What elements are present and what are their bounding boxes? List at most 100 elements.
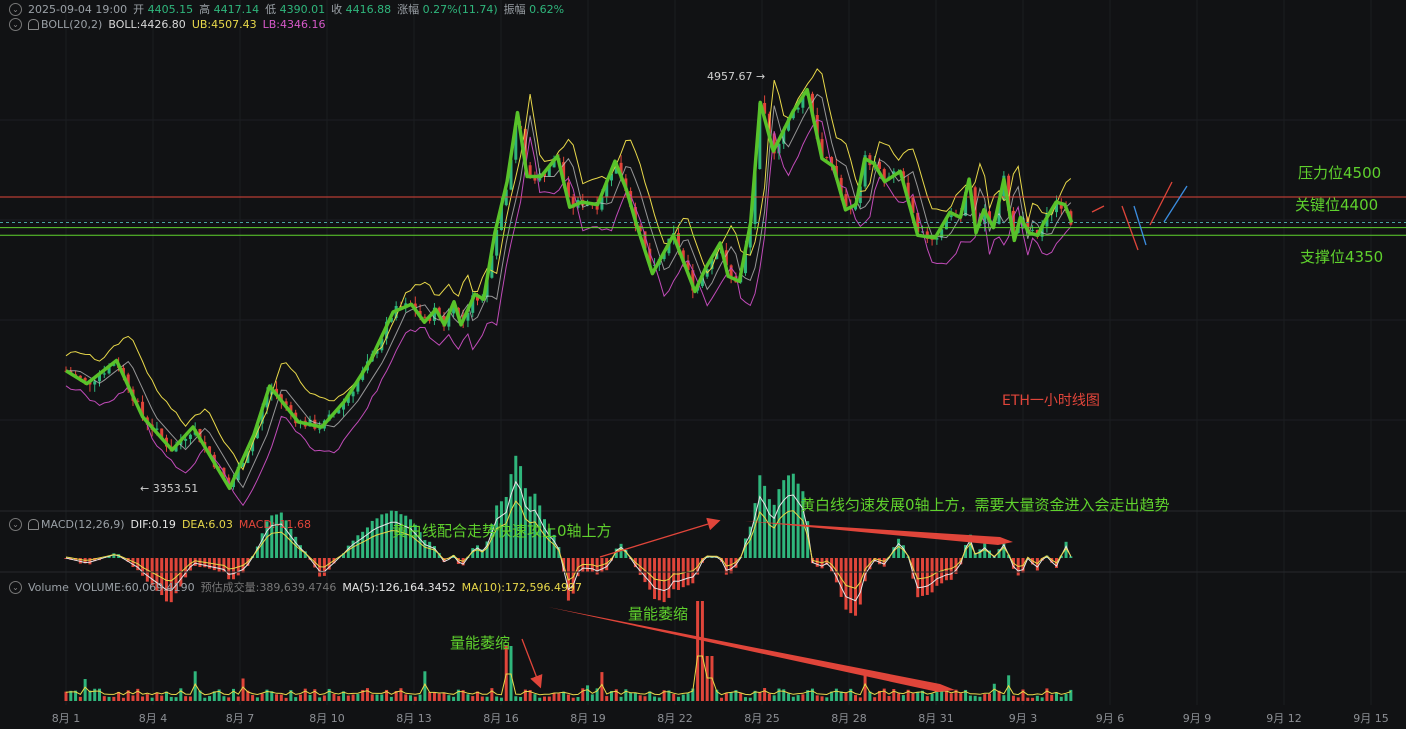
macd-histogram-bar xyxy=(198,558,202,568)
volume-bar xyxy=(64,691,68,701)
volume-bar xyxy=(605,696,609,701)
volume-bar xyxy=(447,695,451,701)
volume-bar xyxy=(294,697,298,701)
candle-body xyxy=(528,165,532,176)
volume-bar xyxy=(284,697,288,701)
volume-ma-line xyxy=(65,655,1071,696)
volume-bar xyxy=(968,695,972,701)
volume-bar xyxy=(184,696,188,701)
macd-dea: DEA:6.03 xyxy=(181,518,233,531)
volume-bar xyxy=(743,697,747,701)
forecast-red-3 xyxy=(1091,205,1105,213)
candle-body xyxy=(949,215,953,218)
volume-bar xyxy=(174,697,178,701)
volume-bar xyxy=(107,696,111,701)
volume-bar xyxy=(1016,697,1020,701)
volume-bar xyxy=(767,693,771,701)
collapse-icon[interactable]: ⌄ xyxy=(9,18,22,31)
volume-bar xyxy=(1054,692,1058,701)
volume-bar xyxy=(356,694,360,701)
x-tick-label: 8月 13 xyxy=(396,712,432,725)
x-tick-label: 8月 22 xyxy=(657,712,693,725)
boll-mid: BOLL:4426.80 xyxy=(108,18,186,31)
collapse-icon[interactable]: ⌄ xyxy=(9,518,22,531)
x-tick-label: 8月 1 xyxy=(52,712,81,725)
boll-header: ⌄ BOLL(20,2) BOLL:4426.80 UB:4507.43 LB:… xyxy=(9,18,325,31)
volume-bar xyxy=(672,694,676,701)
volume-bar xyxy=(1050,694,1054,701)
macd-histogram-bar xyxy=(375,518,379,558)
bollinger-bands xyxy=(65,68,1072,507)
volume-bar xyxy=(351,694,355,701)
volume-bar xyxy=(653,696,657,701)
bell-icon[interactable] xyxy=(28,519,39,530)
x-tick-label: 9月 6 xyxy=(1096,712,1125,725)
volume-bar xyxy=(131,695,135,701)
volume-bar xyxy=(308,694,312,701)
volume-bar xyxy=(787,693,791,701)
volume-bar xyxy=(586,685,590,701)
collapse-icon[interactable]: ⌄ xyxy=(9,2,22,16)
volume-bar xyxy=(562,691,566,701)
collapse-icon[interactable]: ⌄ xyxy=(9,580,22,594)
price-chart[interactable]: 8月 1 8月 4 8月 7 8月 10 8月 13 8月 16 8月 19 8月 22 8月 … xyxy=(0,0,1406,729)
macd-histogram-bar xyxy=(361,531,365,558)
volume-bar xyxy=(1011,695,1015,701)
volume-bar xyxy=(887,696,891,701)
volume-bar xyxy=(844,692,848,701)
candle-body xyxy=(184,438,188,441)
high-value: 4417.14 xyxy=(213,3,260,16)
volume-bar xyxy=(208,696,212,701)
volume-bar xyxy=(97,688,101,701)
x-tick-label: 8月 10 xyxy=(309,712,345,725)
volume-bar xyxy=(78,696,82,701)
macd-histogram-bar xyxy=(385,513,389,558)
volume-bar xyxy=(978,696,982,701)
x-tick-label: 8月 31 xyxy=(918,712,954,725)
macd-histogram-bar xyxy=(193,558,197,566)
candle-body xyxy=(188,434,192,439)
volume-bar xyxy=(815,695,819,701)
x-tick-label: 8月 4 xyxy=(139,712,168,725)
x-tick-label: 8月 16 xyxy=(483,712,519,725)
macd-dif: DIF:0.19 xyxy=(130,518,176,531)
volume-bar xyxy=(590,694,594,701)
volume-bar xyxy=(375,694,379,701)
amplitude-value: 0.62% xyxy=(529,3,565,16)
bell-icon[interactable] xyxy=(28,19,39,30)
volume-bar xyxy=(552,693,556,701)
volume-bar xyxy=(346,695,350,701)
volume-bar xyxy=(901,695,905,701)
candle-body xyxy=(825,157,829,159)
volume-bar xyxy=(102,696,106,701)
volume-bar xyxy=(380,694,384,701)
macd-name: MACD(12,26,9) xyxy=(41,518,125,531)
volume-bar xyxy=(810,688,814,701)
forecast-blue-1 xyxy=(1133,205,1147,246)
volume-bar xyxy=(112,696,116,701)
volume-bar xyxy=(1026,697,1030,701)
volume-bar xyxy=(452,696,456,701)
macd-histogram-bar xyxy=(877,558,881,565)
volume-bar xyxy=(839,691,843,701)
volume-bar xyxy=(279,694,283,701)
volume-bar xyxy=(499,697,503,701)
volume-bar xyxy=(925,696,929,701)
volume-bar xyxy=(930,693,934,701)
volume-bar xyxy=(236,696,240,701)
macd-note-1: 黄白线配合走势快速攻上0轴上方 xyxy=(392,522,612,540)
key-level-label: 关键位4400 xyxy=(1295,196,1379,214)
volume-bar xyxy=(466,694,470,701)
volume-bar xyxy=(796,695,800,701)
volume-bar xyxy=(150,697,154,701)
volume-bar xyxy=(519,696,523,701)
volume-bar xyxy=(720,697,724,701)
volume-bar xyxy=(1035,695,1039,701)
macd-histogram-bar xyxy=(514,455,518,558)
volume-bar xyxy=(260,693,264,701)
volume-ma5: MA(5):126,164.3452 xyxy=(342,580,456,594)
volume-bar xyxy=(988,693,992,701)
volume-bar xyxy=(566,694,570,701)
volume-bar xyxy=(490,688,494,701)
macd-histogram-bar xyxy=(729,558,733,574)
